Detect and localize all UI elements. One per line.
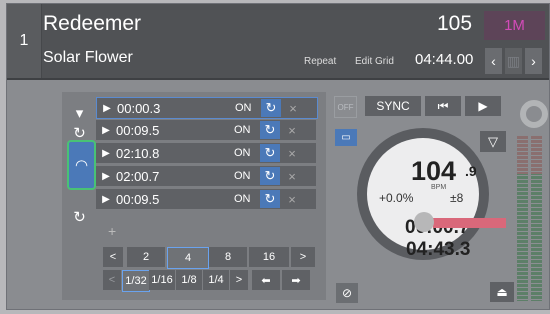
track-key[interactable]: 1M xyxy=(484,11,545,40)
sort-icon[interactable]: ▽ xyxy=(480,131,506,152)
cue-time: 02:10.8 xyxy=(116,145,160,161)
track-artist: Solar Flower xyxy=(43,49,133,66)
beatjump-prev[interactable]: < xyxy=(103,247,123,267)
cue-on[interactable]: ON xyxy=(235,102,261,114)
transport-panel: OFF SYNC ⏮ ▶ ▭ ▽ 104 .9 BPM +0.0% ±8 00:… xyxy=(331,92,549,303)
remaining-time: 04:44.00 xyxy=(415,51,474,68)
play-icon[interactable]: ▶ xyxy=(97,103,117,114)
cue-on[interactable]: ON xyxy=(234,170,260,182)
cue-row[interactable]: ▶ 00:00.3 ON ↻ × xyxy=(96,97,318,119)
beatjump-next[interactable]: > xyxy=(291,247,315,267)
arrow-right-icon[interactable]: ➡ xyxy=(282,270,310,290)
repeat-button[interactable]: Repeat xyxy=(304,56,336,67)
play-icon[interactable]: ▶ xyxy=(96,171,116,182)
remaining-time-platter: 04:43.3 xyxy=(406,239,471,260)
loopsize-value[interactable]: 1/32 xyxy=(122,270,150,292)
loopsize-prev[interactable]: < xyxy=(103,270,121,290)
cue-time: 00:00.3 xyxy=(117,100,161,116)
track-title: Redeemer xyxy=(43,12,142,35)
previous-icon[interactable]: ⏮ xyxy=(425,96,461,116)
link-icon[interactable]: ▭ xyxy=(335,129,357,146)
platter-center: 104 .9 BPM +0.0% ±8 00:00.7 04:43.3 xyxy=(367,138,479,260)
beatjump-value[interactable]: 8 xyxy=(209,247,247,267)
play-icon[interactable]: ▶ xyxy=(96,148,116,159)
beatjump-value[interactable]: 16 xyxy=(249,247,289,267)
spinner-icon xyxy=(520,100,548,128)
chevron-left-icon[interactable]: ‹ xyxy=(485,48,502,74)
loop-toggle-icon[interactable]: ↻ xyxy=(260,167,280,185)
play-icon[interactable]: ▶ xyxy=(96,125,116,136)
pitch-knob[interactable] xyxy=(414,212,434,232)
deck-body: ▾ ↻ ◠ ↻ ▶ 00:00.3 ON ↻ × ▶ 00:09.5 ON ↻ … xyxy=(7,80,549,309)
loopsize-next[interactable]: > xyxy=(230,270,248,290)
pitch-range: ±8 xyxy=(450,191,464,205)
loop-toggle-icon[interactable]: ↻ xyxy=(260,121,280,139)
loopsize-value[interactable]: 1/8 xyxy=(176,270,202,290)
add-cue-button[interactable]: + xyxy=(96,223,316,241)
cue-time: 02:00.7 xyxy=(116,168,160,184)
cue-row[interactable]: ▶ 02:10.8 ON ↻ × xyxy=(96,143,316,163)
deck-number: 1 xyxy=(7,4,42,78)
beatjump-value[interactable]: 4 xyxy=(167,247,209,269)
level-meter-left xyxy=(517,136,528,301)
cue-row[interactable]: ▶ 00:09.5 ON ↻ × xyxy=(96,189,316,209)
loop-icon[interactable]: ↻ xyxy=(67,204,92,230)
level-meter-right xyxy=(531,136,542,301)
play-icon[interactable]: ▶ xyxy=(96,194,116,205)
close-icon[interactable]: × xyxy=(280,146,304,161)
cue-time: 00:09.5 xyxy=(116,191,160,207)
deck-header: 1 Redeemer Solar Flower 105 1M Repeat Ed… xyxy=(7,4,549,80)
loop-toggle-icon[interactable]: ↻ xyxy=(261,99,281,117)
close-icon[interactable]: × xyxy=(280,123,304,138)
close-icon[interactable]: × xyxy=(280,192,304,207)
arrow-left-icon[interactable]: ⬅ xyxy=(252,270,280,290)
loopsize-value[interactable]: 1/4 xyxy=(203,270,229,290)
chevron-right-icon[interactable]: › xyxy=(525,48,542,74)
cue-row[interactable]: ▶ 02:00.7 ON ↻ × xyxy=(96,166,316,186)
platter-bpm: 104 xyxy=(411,156,457,186)
deck-icon: ▥ xyxy=(505,48,522,74)
edit-grid-button[interactable]: Edit Grid xyxy=(355,56,394,67)
platter: 104 .9 BPM +0.0% ±8 00:00.7 04:43.3 xyxy=(357,128,489,260)
sync-button[interactable]: SYNC xyxy=(365,96,421,116)
play-icon[interactable]: ▶ xyxy=(465,96,501,116)
cue-on[interactable]: ON xyxy=(234,147,260,159)
loop-toggle-icon[interactable]: ↻ xyxy=(260,144,280,162)
beatjump-value[interactable]: 2 xyxy=(127,247,165,267)
track-bpm: 105 xyxy=(437,12,473,35)
deck-window: 1 Redeemer Solar Flower 105 1M Repeat Ed… xyxy=(6,3,550,310)
pitch-value: +0.0% xyxy=(379,191,414,205)
loop-toggle-icon[interactable]: ↻ xyxy=(260,190,280,208)
pitch-slider[interactable] xyxy=(433,218,506,228)
close-icon[interactable]: × xyxy=(280,169,304,184)
cue-time: 00:09.5 xyxy=(116,122,160,138)
cue-row[interactable]: ▶ 00:09.5 ON ↻ × xyxy=(96,120,316,140)
loopsize-value[interactable]: 1/16 xyxy=(149,270,175,290)
cue-on[interactable]: ON xyxy=(234,124,260,136)
close-icon[interactable]: × xyxy=(281,101,305,116)
eject-icon[interactable]: ⏏ xyxy=(490,282,514,302)
bpm-label: BPM xyxy=(431,184,447,191)
headphones-icon[interactable]: ◠ xyxy=(67,140,96,190)
pitch-icon[interactable]: ⊘ xyxy=(336,283,358,303)
cue-on[interactable]: ON xyxy=(234,193,260,205)
platter-bpm-decimal: .9 xyxy=(465,163,477,179)
off-button[interactable]: OFF xyxy=(334,96,357,118)
